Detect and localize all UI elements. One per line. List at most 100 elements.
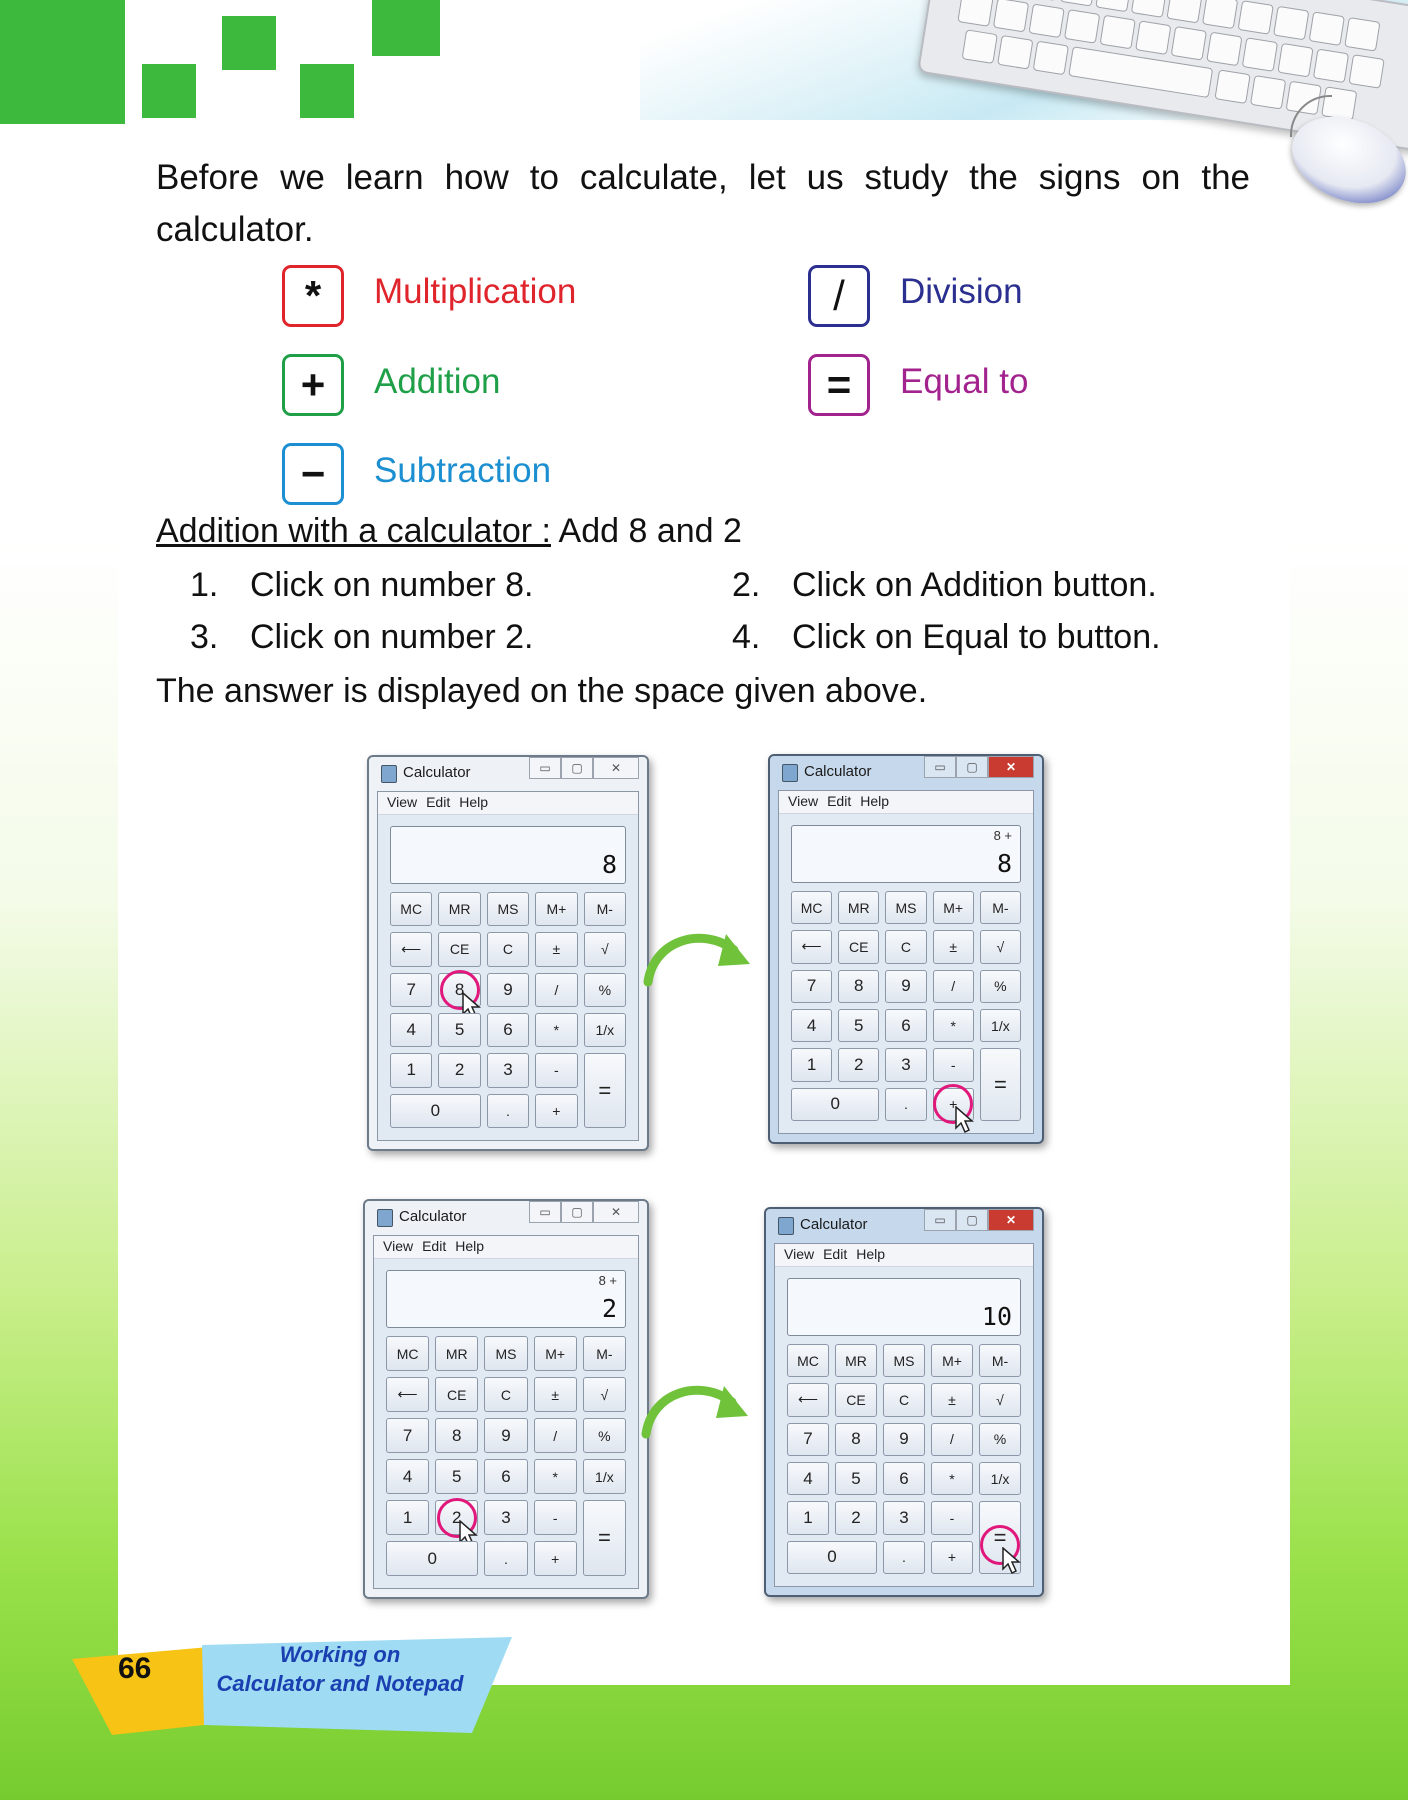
- key-mc[interactable]: MC: [791, 891, 833, 925]
- key-dot[interactable]: .: [484, 1541, 528, 1576]
- key-ce[interactable]: CE: [435, 1377, 479, 1412]
- maximize-icon[interactable]: ▢: [956, 756, 988, 778]
- key-dot[interactable]: .: [486, 1093, 530, 1128]
- key-n1[interactable]: 1: [390, 1053, 433, 1088]
- menu-edit[interactable]: Edit: [422, 1238, 446, 1254]
- key-mc[interactable]: MC: [386, 1336, 430, 1371]
- key-n9[interactable]: 9: [486, 972, 530, 1007]
- key-recip[interactable]: 1/x: [582, 1459, 626, 1494]
- key-div[interactable]: /: [931, 1422, 973, 1456]
- key-sqrt[interactable]: √: [582, 1377, 626, 1412]
- key-eq[interactable]: =: [583, 1053, 626, 1128]
- menu-view[interactable]: View: [788, 793, 818, 809]
- key-pct[interactable]: %: [583, 972, 626, 1007]
- key-sub[interactable]: -: [533, 1500, 577, 1535]
- key-mul[interactable]: *: [931, 1462, 973, 1496]
- key-mminus[interactable]: M-: [979, 1344, 1021, 1378]
- minimize-icon[interactable]: ▭: [529, 1201, 561, 1223]
- menu-edit[interactable]: Edit: [823, 1246, 847, 1262]
- minimize-icon[interactable]: ▭: [924, 1209, 956, 1231]
- key-mc[interactable]: MC: [787, 1344, 829, 1378]
- key-ms[interactable]: MS: [885, 891, 927, 925]
- key-pm[interactable]: ±: [931, 1383, 973, 1417]
- key-sub[interactable]: -: [931, 1501, 973, 1535]
- key-pct[interactable]: %: [979, 1422, 1021, 1456]
- menu-help[interactable]: Help: [856, 1246, 885, 1262]
- key-div[interactable]: /: [932, 969, 974, 1003]
- key-div[interactable]: /: [533, 1418, 577, 1453]
- key-dot[interactable]: .: [885, 1087, 927, 1121]
- key-sqrt[interactable]: √: [979, 1383, 1021, 1417]
- key-back[interactable]: ⟵: [791, 930, 833, 964]
- key-n3[interactable]: 3: [486, 1053, 530, 1088]
- key-n7[interactable]: 7: [386, 1418, 430, 1453]
- key-n3[interactable]: 3: [883, 1501, 925, 1535]
- maximize-icon[interactable]: ▢: [561, 1201, 593, 1223]
- menu-help[interactable]: Help: [459, 794, 488, 810]
- maximize-icon[interactable]: ▢: [561, 757, 593, 779]
- key-pm[interactable]: ±: [533, 1377, 577, 1412]
- key-n2[interactable]: 2: [835, 1501, 877, 1535]
- key-n8[interactable]: 8: [435, 1418, 479, 1453]
- key-n7[interactable]: 7: [787, 1422, 829, 1456]
- minimize-icon[interactable]: ▭: [924, 756, 956, 778]
- key-n8[interactable]: 8: [838, 969, 880, 1003]
- maximize-icon[interactable]: ▢: [956, 1209, 988, 1231]
- key-mr[interactable]: MR: [438, 892, 481, 927]
- key-recip[interactable]: 1/x: [979, 1462, 1021, 1496]
- key-n0[interactable]: 0: [787, 1540, 877, 1574]
- key-c[interactable]: C: [484, 1377, 528, 1412]
- key-n1[interactable]: 1: [787, 1501, 829, 1535]
- key-mul[interactable]: *: [533, 1459, 577, 1494]
- key-n1[interactable]: 1: [386, 1500, 430, 1535]
- key-n2[interactable]: 2: [838, 1048, 880, 1082]
- key-n2[interactable]: 2: [438, 1053, 481, 1088]
- close-icon[interactable]: ✕: [988, 756, 1034, 778]
- key-n4[interactable]: 4: [390, 1013, 433, 1048]
- key-dot[interactable]: .: [883, 1540, 925, 1574]
- key-n6[interactable]: 6: [885, 1009, 927, 1043]
- menu-view[interactable]: View: [387, 794, 417, 810]
- key-c[interactable]: C: [885, 930, 927, 964]
- key-add[interactable]: +: [533, 1541, 577, 1576]
- key-n0[interactable]: 0: [390, 1093, 481, 1128]
- key-recip[interactable]: 1/x: [583, 1013, 626, 1048]
- key-n5[interactable]: 5: [438, 1013, 481, 1048]
- key-sub[interactable]: -: [535, 1053, 578, 1088]
- key-mminus[interactable]: M-: [582, 1336, 626, 1371]
- key-add[interactable]: +: [535, 1093, 578, 1128]
- key-n5[interactable]: 5: [435, 1459, 479, 1494]
- key-mc[interactable]: MC: [390, 892, 433, 927]
- key-n5[interactable]: 5: [838, 1009, 880, 1043]
- key-c[interactable]: C: [486, 932, 530, 967]
- key-ce[interactable]: CE: [835, 1383, 877, 1417]
- key-ms[interactable]: MS: [486, 892, 530, 927]
- key-n6[interactable]: 6: [883, 1462, 925, 1496]
- key-sqrt[interactable]: √: [979, 930, 1021, 964]
- key-ms[interactable]: MS: [883, 1344, 925, 1378]
- menu-view[interactable]: View: [383, 1238, 413, 1254]
- key-n4[interactable]: 4: [791, 1009, 833, 1043]
- key-n7[interactable]: 7: [791, 969, 833, 1003]
- key-n9[interactable]: 9: [883, 1422, 925, 1456]
- key-n3[interactable]: 3: [885, 1048, 927, 1082]
- key-sub[interactable]: -: [932, 1048, 974, 1082]
- key-pct[interactable]: %: [979, 969, 1021, 1003]
- key-sqrt[interactable]: √: [583, 932, 626, 967]
- menu-edit[interactable]: Edit: [426, 794, 450, 810]
- key-pm[interactable]: ±: [535, 932, 578, 967]
- key-n4[interactable]: 4: [787, 1462, 829, 1496]
- key-mplus[interactable]: M+: [533, 1336, 577, 1371]
- key-back[interactable]: ⟵: [386, 1377, 430, 1412]
- key-ms[interactable]: MS: [484, 1336, 528, 1371]
- key-mminus[interactable]: M-: [979, 891, 1021, 925]
- key-pct[interactable]: %: [582, 1418, 626, 1453]
- key-back[interactable]: ⟵: [390, 932, 433, 967]
- close-icon[interactable]: ✕: [593, 757, 639, 779]
- key-mplus[interactable]: M+: [931, 1344, 973, 1378]
- key-mul[interactable]: *: [535, 1013, 578, 1048]
- key-n6[interactable]: 6: [484, 1459, 528, 1494]
- key-n7[interactable]: 7: [390, 972, 433, 1007]
- key-mplus[interactable]: M+: [535, 892, 578, 927]
- menu-help[interactable]: Help: [860, 793, 889, 809]
